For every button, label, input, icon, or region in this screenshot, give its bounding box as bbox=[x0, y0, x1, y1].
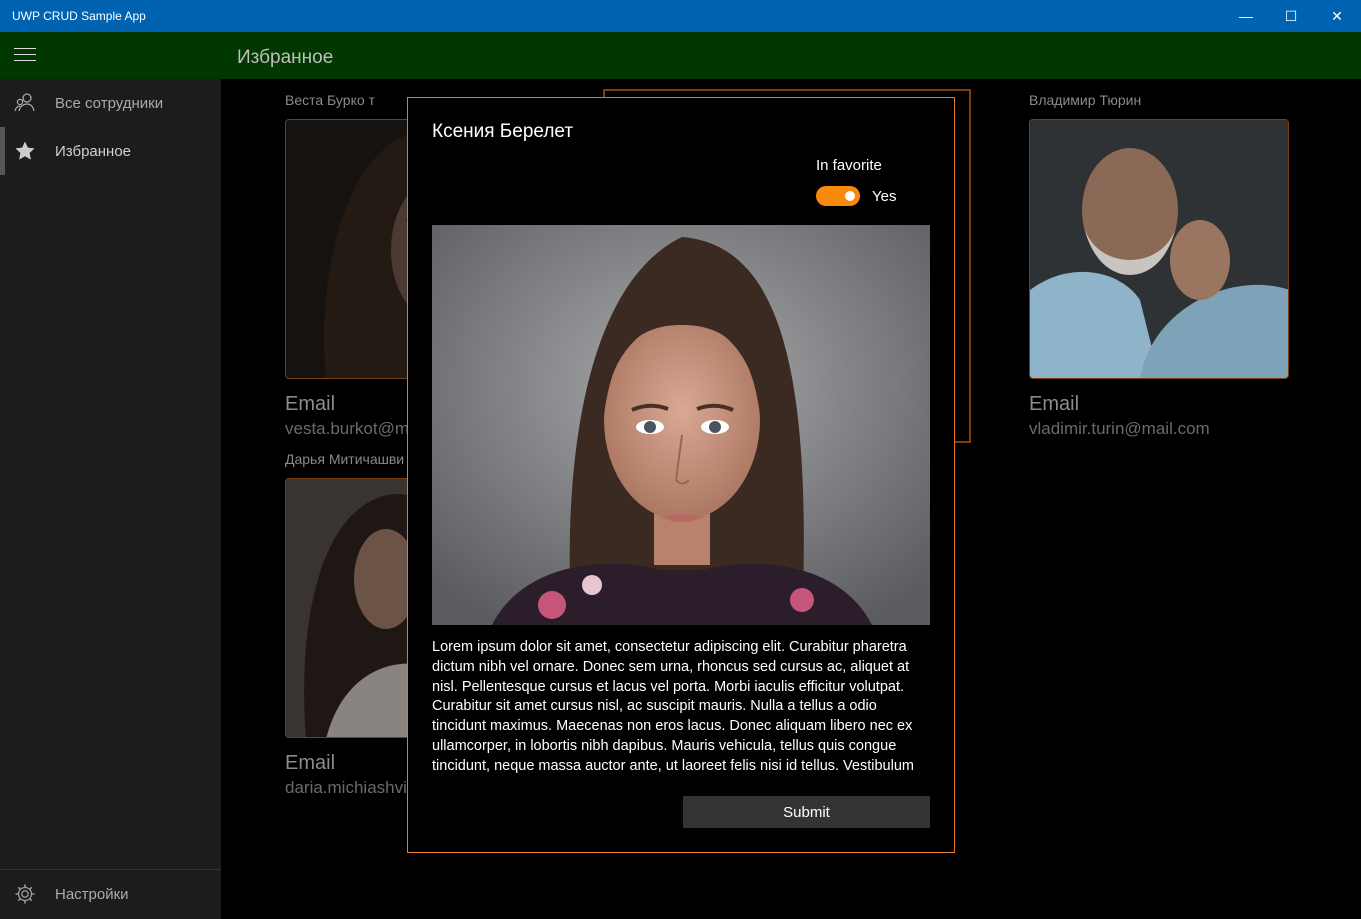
card-email-label: Email bbox=[285, 752, 336, 774]
employee-photo[interactable] bbox=[1029, 119, 1289, 379]
nav-item-label: Избранное bbox=[55, 143, 132, 160]
nav-item-label: Все сотрудники bbox=[55, 95, 164, 112]
card-email: vladimir.turin@mail.com bbox=[1029, 419, 1210, 438]
card-name: Владимир Тюрин bbox=[1029, 92, 1142, 108]
nav-item-favorites[interactable]: Избранное bbox=[0, 127, 221, 175]
nav-pane: Все сотрудники Избранное Настройки bbox=[0, 79, 221, 919]
card-name: Веста Бурко т bbox=[285, 92, 375, 108]
page-title: Избранное bbox=[237, 47, 334, 68]
employee-detail-dialog: Ксения Берелет In favorite Yes Lorem ips… bbox=[407, 97, 955, 853]
favorite-toggle-label: In favorite bbox=[816, 157, 882, 174]
minimize-button[interactable]: — bbox=[1223, 0, 1269, 32]
nav-item-label: Настройки bbox=[55, 886, 129, 903]
gear-icon bbox=[14, 883, 36, 905]
maximize-button[interactable]: ☐ bbox=[1268, 0, 1314, 32]
star-icon bbox=[14, 140, 36, 162]
card-email: vesta.burkot@m bbox=[285, 419, 410, 438]
submit-button[interactable]: Submit bbox=[683, 796, 930, 828]
people-icon bbox=[14, 92, 36, 114]
nav-item-all-employees[interactable]: Все сотрудники bbox=[0, 79, 221, 127]
card-email: daria.michiashvil bbox=[285, 778, 411, 797]
card-email-label: Email bbox=[285, 393, 336, 415]
employee-photo-large bbox=[432, 225, 930, 625]
nav-item-settings[interactable]: Настройки bbox=[0, 870, 221, 918]
app-title: UWP CRUD Sample App bbox=[12, 9, 146, 23]
favorite-toggle-state: Yes bbox=[872, 188, 897, 205]
card-email-label: Email bbox=[1029, 393, 1080, 415]
dialog-title: Ксения Берелет bbox=[432, 121, 574, 142]
card-name: Дарья Митичашви bbox=[285, 451, 405, 467]
selection-indicator bbox=[0, 127, 5, 175]
favorite-toggle-switch[interactable] bbox=[816, 186, 860, 206]
close-button[interactable]: ✕ bbox=[1314, 0, 1360, 32]
title-bar: UWP CRUD Sample App — ☐ ✕ bbox=[0, 0, 1361, 32]
hamburger-menu-icon[interactable] bbox=[14, 48, 36, 64]
header-bar: Избранное bbox=[0, 32, 1361, 79]
toggle-knob bbox=[845, 191, 855, 201]
employee-description: Lorem ipsum dolor sit amet, consectetur … bbox=[432, 639, 914, 773]
